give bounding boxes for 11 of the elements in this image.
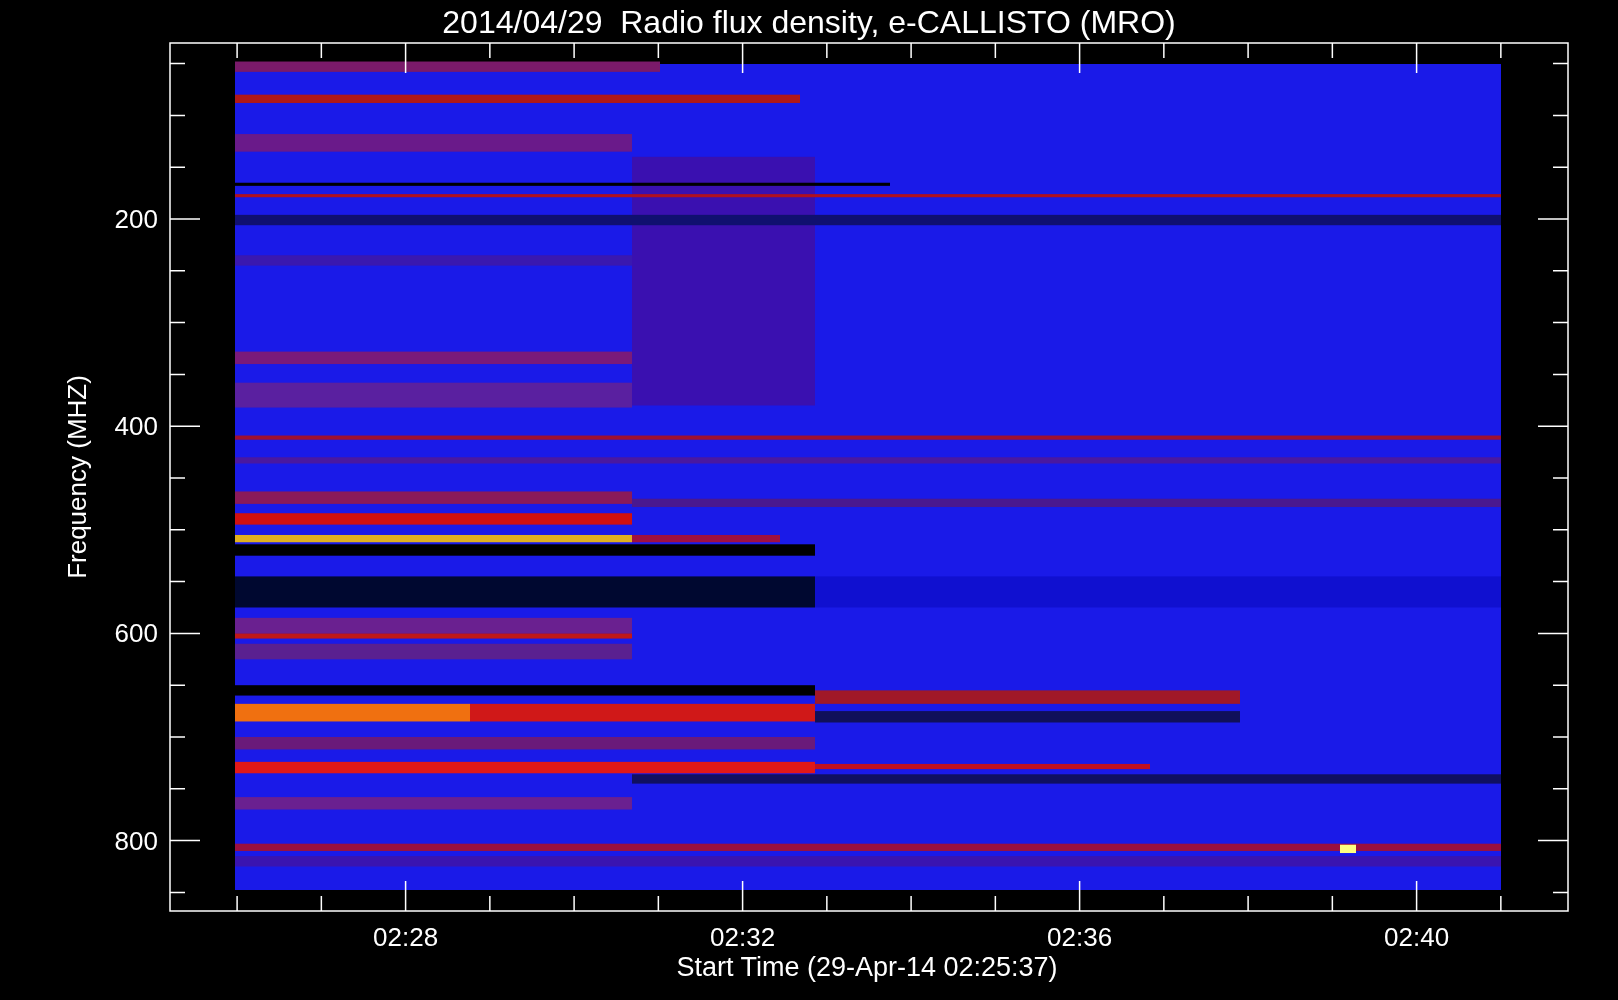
tick-label: 400 (114, 411, 158, 442)
tick-label: 02:40 (1384, 922, 1450, 952)
tick-label: 02:32 (710, 922, 776, 952)
tick-label: 800 (114, 825, 158, 856)
tick-label: 02:28 (373, 922, 439, 952)
tick-label: 200 (114, 204, 158, 234)
chart-title: 2014/04/29 Radio flux density, e-CALLISTO (MRO) (442, 3, 1176, 42)
tick-label: 600 (114, 618, 158, 649)
axis-label: Start Time (29-Apr-14 02:25:37) (676, 952, 1058, 982)
axis-label: Frequency (MHZ) (62, 375, 92, 579)
tick-label: 02:36 (1047, 922, 1113, 952)
